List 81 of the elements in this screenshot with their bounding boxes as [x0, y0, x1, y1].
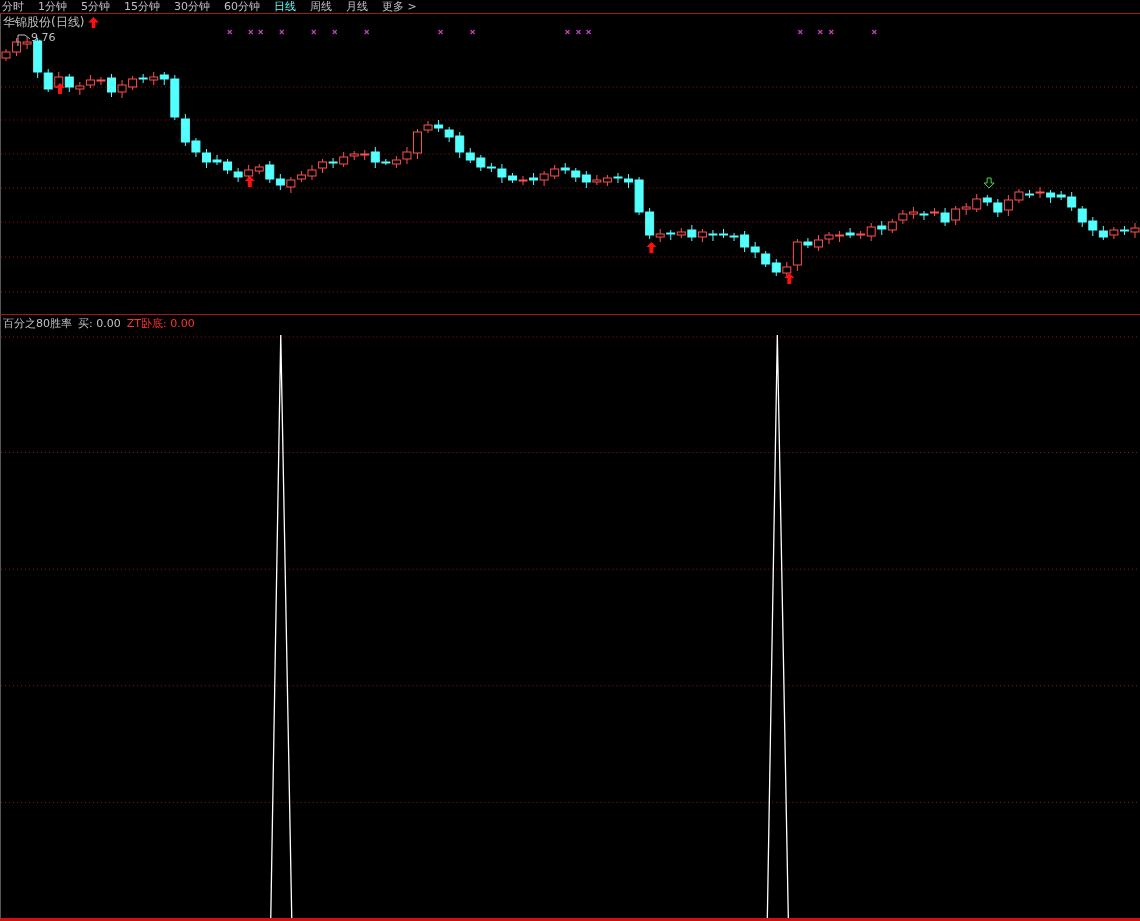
- candlestick: [12, 37, 22, 57]
- candlestick: [824, 231, 834, 245]
- cross-marker-icon: [332, 29, 338, 35]
- period-tab[interactable]: 日线: [274, 0, 296, 13]
- candlestick: [1109, 226, 1119, 240]
- candlestick: [1077, 205, 1087, 228]
- candlestick: [1046, 189, 1056, 204]
- candlestick: [571, 167, 581, 183]
- candlestick: [550, 164, 560, 180]
- candlestick: [602, 174, 612, 187]
- period-tab[interactable]: 15分钟: [124, 0, 160, 13]
- candlestick: [898, 209, 908, 225]
- candlestick: [64, 73, 74, 93]
- candlestick: [307, 164, 317, 181]
- candlestick: [761, 250, 771, 268]
- period-tab[interactable]: 1分钟: [38, 0, 67, 13]
- candlestick: [233, 167, 243, 183]
- candlestick: [328, 157, 338, 169]
- candlestick: [275, 173, 285, 191]
- candlestick: [560, 162, 570, 175]
- candlestick: [750, 241, 760, 259]
- up-arrow-icon: [88, 17, 100, 28]
- candlestick: [697, 228, 707, 243]
- candlestick: [845, 227, 855, 239]
- cross-marker-icon: [575, 29, 582, 35]
- indicator-label: ZT卧底: 0.00: [126, 316, 195, 331]
- cross-marker-icon: [828, 29, 834, 35]
- cross-marker-icon: [585, 29, 592, 35]
- cross-marker-icon: [797, 29, 803, 35]
- candlestick: [666, 229, 676, 241]
- candlestick: [887, 218, 897, 234]
- candlestick: [75, 81, 85, 96]
- cross-marker-icon: [279, 29, 285, 35]
- period-tab[interactable]: 30分钟: [174, 0, 210, 13]
- cross-marker-icon: [871, 29, 877, 35]
- candlestick: [1035, 186, 1045, 199]
- up-arrow-icon: [784, 273, 795, 284]
- cross-marker-icon: [438, 29, 444, 35]
- candlestick: [835, 230, 845, 243]
- candlestick: [877, 220, 887, 236]
- candlestick: [613, 172, 623, 184]
- cross-marker-icon: [817, 29, 823, 35]
- indicator-label: 买: 0.00: [78, 316, 121, 331]
- period-tab[interactable]: 分时: [2, 0, 24, 13]
- period-tab[interactable]: 60分钟: [224, 0, 260, 13]
- candlestick: [529, 172, 539, 186]
- candlestick: [719, 228, 728, 239]
- candlestick: [149, 71, 159, 86]
- candlestick: [286, 176, 296, 194]
- cross-marker-icon: [248, 29, 254, 35]
- candlestick: [223, 158, 233, 175]
- candlestick: [117, 79, 127, 99]
- period-tab[interactable]: 5分钟: [81, 0, 110, 13]
- period-tab[interactable]: 更多 >: [382, 0, 417, 13]
- period-tab[interactable]: 周线: [310, 0, 332, 13]
- candlestick: [908, 206, 918, 220]
- cross-marker-icon: [364, 29, 370, 35]
- up-arrow-icon: [646, 242, 657, 253]
- cross-marker-icon: [258, 29, 264, 35]
- down-arrow-icon: [983, 177, 995, 189]
- candlestick: [434, 119, 444, 133]
- chart-title: 华锦股份(日线): [3, 14, 85, 31]
- candlestick: [539, 170, 549, 187]
- candlestick: [771, 258, 781, 277]
- candlestick: [1098, 225, 1108, 241]
- leader-line: [17, 34, 31, 47]
- candlestick: [1088, 216, 1098, 237]
- price-label: 9.76: [31, 31, 56, 44]
- candlestick: [296, 170, 306, 183]
- up-arrow-icon: [244, 176, 255, 187]
- candlestick: [708, 229, 718, 242]
- candlestick: [318, 158, 328, 174]
- cross-marker-icon: [564, 29, 571, 35]
- cross-marker-icon: [227, 29, 233, 35]
- period-tab[interactable]: 月线: [346, 0, 368, 13]
- candlestick: [518, 175, 528, 186]
- indicator-label: 百分之80胜率: [3, 316, 72, 331]
- candlestick: [919, 210, 929, 221]
- cross-marker-icon: [311, 29, 317, 35]
- cross-marker-icon: [470, 29, 476, 35]
- up-arrow-icon: [54, 83, 65, 94]
